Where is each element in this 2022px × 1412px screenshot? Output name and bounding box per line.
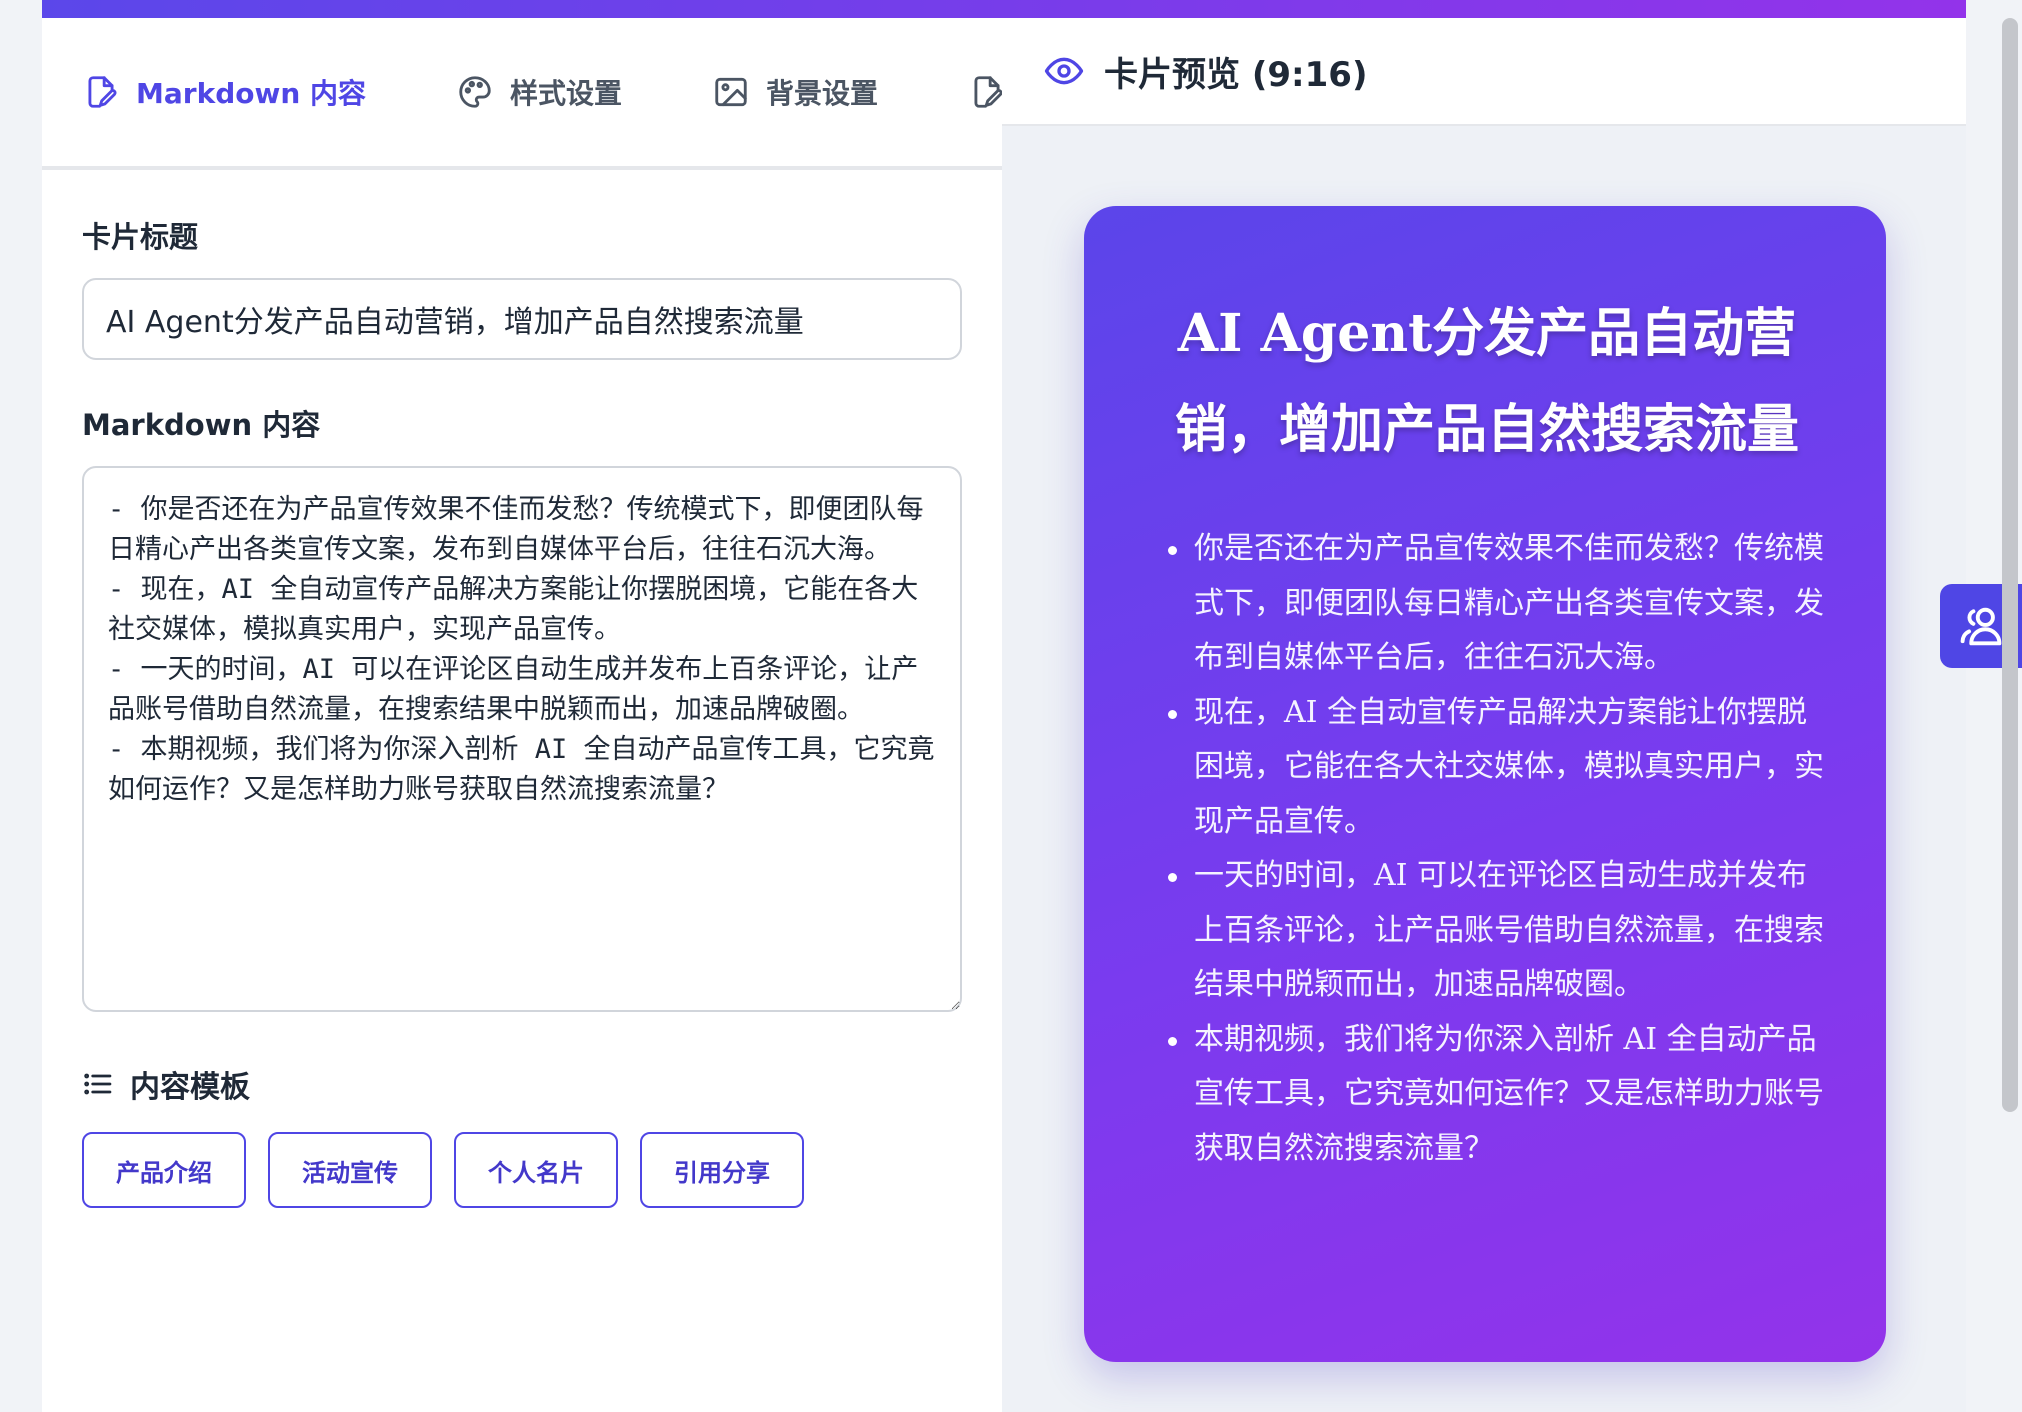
preview-title: 卡片预览 (9:16)	[1104, 54, 1368, 95]
card-bullet-item: 现在，AI 全自动宣传产品解决方案能让你摆脱困境，它能在各大社交媒体，模拟真实用…	[1168, 686, 1826, 850]
tab-label: 背景设置	[766, 77, 879, 110]
preview-card: AI Agent分发产品自动营销，增加产品自然搜索流量 你是否还在为产品宣传效果…	[1084, 206, 1886, 1362]
tab-label: Markdown 内容	[136, 77, 367, 110]
tab-style-settings[interactable]: 样式设置	[456, 18, 712, 166]
edit-file-icon	[88, 76, 117, 108]
edit-file-icon	[974, 76, 1002, 108]
template-event-promo-button[interactable]: 活动宣传	[268, 1132, 432, 1208]
tab-label: 样式设置	[510, 77, 623, 110]
card-title-label: 卡片标题	[82, 220, 199, 254]
eye-icon	[1044, 57, 1084, 85]
editor-panel: Markdown 内容 样式设置 背景设置 文 卡片标题 Markdown 内容	[42, 18, 1002, 1412]
image-icon	[715, 77, 747, 107]
template-product-intro-button[interactable]: 产品介绍	[82, 1132, 246, 1208]
templates-heading: 内容模板	[82, 1062, 962, 1106]
template-buttons: 产品介绍 活动宣传 个人名片 引用分享	[82, 1132, 962, 1208]
users-icon	[1960, 607, 2002, 646]
template-quote-share-button[interactable]: 引用分享	[640, 1132, 804, 1208]
card-bullet-item: 一天的时间，AI 可以在评论区自动生成并发布上百条评论，让产品账号借助自然流量，…	[1168, 849, 1826, 1013]
card-title: AI Agent分发产品自动营销，增加产品自然搜索流量	[1174, 303, 1799, 460]
markdown-label: Markdown 内容	[82, 408, 321, 442]
card-bullet-item: 本期视频，我们将为你深入剖析 AI 全自动产品宣传工具，它究竟如何运作？又是怎样…	[1168, 1013, 1826, 1177]
card-bullet-item: 你是否还在为产品宣传效果不佳而发愁？传统模式下，即便团队每日精心产出各类宣传文案…	[1168, 522, 1826, 686]
list-icon	[84, 1073, 112, 1095]
active-tab-indicator	[42, 166, 390, 170]
tab-export[interactable]: 文	[968, 18, 1002, 166]
preview-header: 卡片预览 (9:16)	[1002, 18, 1966, 126]
tab-background-settings[interactable]: 背景设置	[712, 18, 968, 166]
palette-icon	[459, 76, 491, 108]
markdown-textarea[interactable]: - 你是否还在为产品宣传效果不佳而发愁？传统模式下，即便团队每日精心产出各类宣传…	[82, 466, 962, 1012]
content-form: 卡片标题 Markdown 内容 - 你是否还在为产品宣传效果不佳而发愁？传统模…	[42, 214, 1002, 1208]
tab-bar: Markdown 内容 样式设置 背景设置 文	[42, 18, 1002, 170]
card-title-input[interactable]	[82, 278, 962, 360]
preview-panel: 卡片预览 (9:16) AI Agent分发产品自动营销，增加产品自然搜索流量 …	[1002, 18, 1966, 1412]
template-business-card-button[interactable]: 个人名片	[454, 1132, 618, 1208]
page-scrollbar[interactable]	[2002, 18, 2018, 1112]
tab-markdown-content[interactable]: Markdown 内容	[82, 18, 456, 166]
card-bullet-list: 你是否还在为产品宣传效果不佳而发愁？传统模式下，即便团队每日精心产出各类宣传文案…	[1148, 522, 1826, 1176]
top-accent-bar	[42, 0, 1966, 18]
templates-title: 内容模板	[130, 1070, 250, 1105]
